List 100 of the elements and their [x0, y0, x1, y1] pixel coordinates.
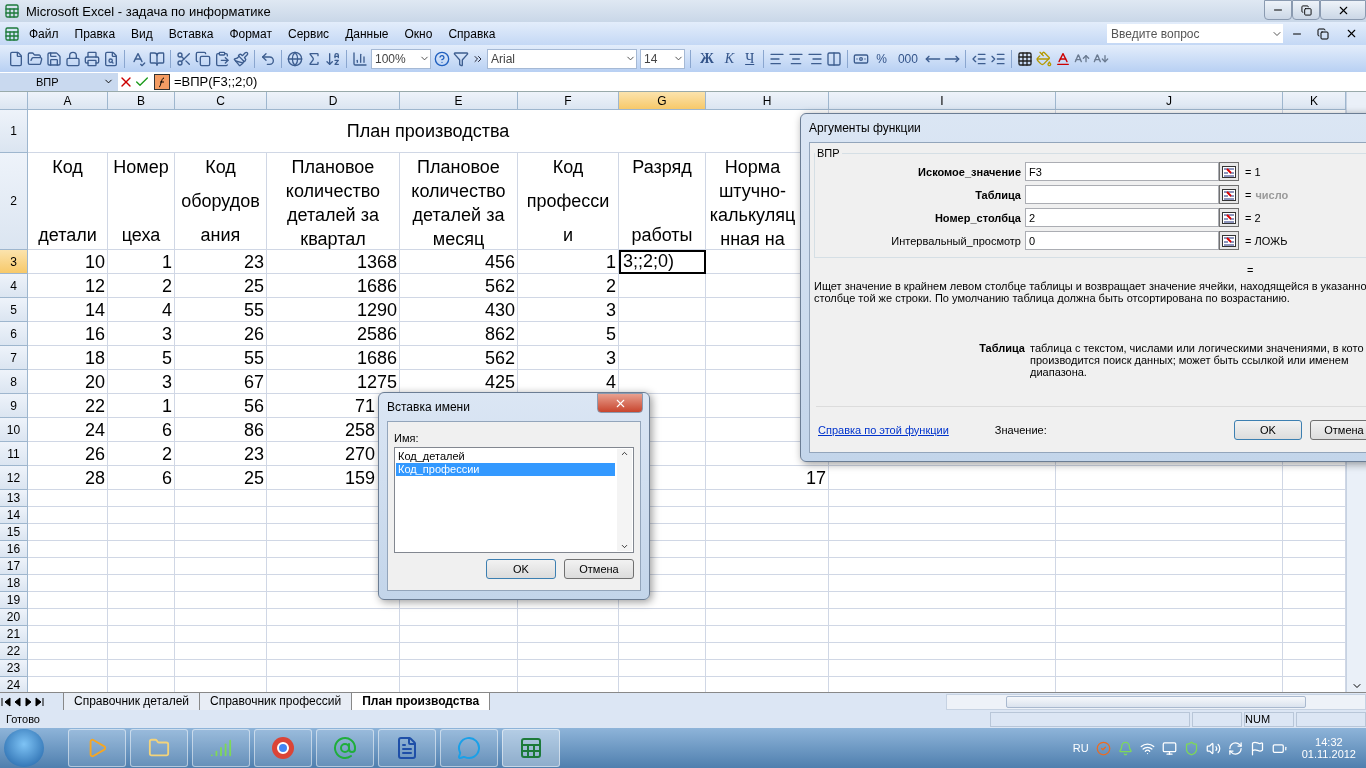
menu-item[interactable]: Формат: [222, 24, 280, 43]
column-header[interactable]: D: [267, 92, 400, 110]
sum-icon[interactable]: [306, 50, 322, 67]
monitor-icon[interactable]: [1161, 740, 1177, 756]
scroll-up-icon[interactable]: [620, 449, 629, 458]
horizontal-scrollbar[interactable]: [946, 693, 1366, 710]
print-preview-icon[interactable]: [103, 50, 119, 67]
italic-button[interactable]: К: [720, 50, 739, 67]
sort-icon[interactable]: [325, 50, 341, 67]
row-header[interactable]: 10: [0, 418, 28, 442]
menu-item[interactable]: Файл: [22, 24, 66, 43]
column-header[interactable]: K: [1283, 92, 1346, 110]
column-header[interactable]: E: [400, 92, 518, 110]
restore-button[interactable]: [1292, 0, 1320, 20]
ok-button[interactable]: OK: [486, 559, 556, 579]
merge-icon[interactable]: [826, 50, 843, 67]
row-header[interactable]: 24: [0, 677, 28, 692]
restore-icon[interactable]: [1317, 27, 1329, 40]
column-header[interactable]: I: [829, 92, 1056, 110]
formula-text[interactable]: =ВПР(F3;;2;0): [174, 74, 258, 89]
taskbar-button[interactable]: [378, 729, 436, 767]
function-icon[interactable]: [154, 73, 170, 90]
row-header[interactable]: 8: [0, 370, 28, 394]
paste-icon[interactable]: [214, 50, 230, 67]
argument-field[interactable]: 2: [1025, 208, 1219, 227]
row-header[interactable]: 4: [0, 274, 28, 298]
row-header[interactable]: 17: [0, 558, 28, 575]
flag-icon[interactable]: [1249, 740, 1265, 756]
thousands-button[interactable]: 000: [893, 51, 922, 66]
column-header[interactable]: J: [1056, 92, 1283, 110]
filter-icon[interactable]: [453, 50, 469, 67]
fill-color-icon[interactable]: [1035, 50, 1052, 67]
row-header[interactable]: 18: [0, 575, 28, 592]
column-header[interactable]: C: [175, 92, 267, 110]
excel-icon[interactable]: [4, 25, 20, 42]
row-header[interactable]: 5: [0, 298, 28, 322]
chart-icon[interactable]: [352, 50, 368, 67]
name-box[interactable]: ВПР: [0, 72, 118, 91]
refresh-icon[interactable]: [1227, 740, 1243, 756]
menu-item[interactable]: Вид: [124, 24, 160, 43]
row-header[interactable]: 19: [0, 592, 28, 609]
row-header[interactable]: 15: [0, 524, 28, 541]
new-file-icon[interactable]: [8, 50, 24, 67]
close-button[interactable]: [1320, 0, 1366, 20]
brush-icon[interactable]: [233, 50, 249, 67]
globe-icon[interactable]: [287, 50, 303, 67]
row-header[interactable]: 11: [0, 442, 28, 466]
row-header[interactable]: 16: [0, 541, 28, 558]
row-header[interactable]: 3: [0, 250, 28, 274]
percent-button[interactable]: %: [872, 51, 891, 66]
name-list[interactable]: Код_деталей Код_профессии: [394, 447, 634, 553]
argument-field[interactable]: [1025, 185, 1219, 204]
collapse-button[interactable]: [1219, 162, 1239, 181]
cancel-button[interactable]: Отмена: [564, 559, 634, 579]
row-header[interactable]: 2: [0, 153, 28, 250]
column-header[interactable]: F: [518, 92, 619, 110]
column-header[interactable]: A: [28, 92, 108, 110]
cut-icon[interactable]: [176, 50, 192, 67]
row-header[interactable]: 12: [0, 466, 28, 490]
argument-field[interactable]: 0: [1025, 231, 1219, 250]
help-icon[interactable]: [434, 50, 450, 67]
help-link[interactable]: Справка по этой функции: [818, 423, 949, 436]
spelling-icon[interactable]: [130, 50, 146, 67]
row-header[interactable]: 21: [0, 626, 28, 643]
printer-icon[interactable]: [84, 50, 100, 67]
cell-editor[interactable]: 3;;2;0): [619, 250, 706, 274]
book-icon[interactable]: [149, 50, 165, 67]
menu-item[interactable]: Правка: [67, 24, 123, 43]
row-header[interactable]: 7: [0, 346, 28, 370]
close-button[interactable]: [597, 393, 643, 413]
row-header[interactable]: 22: [0, 643, 28, 660]
row-header[interactable]: 6: [0, 322, 28, 346]
folder-icon[interactable]: [27, 50, 43, 67]
close-icon[interactable]: [1345, 27, 1358, 40]
column-header[interactable]: H: [706, 92, 829, 110]
underline-button[interactable]: Ч: [741, 50, 759, 67]
zoom-select[interactable]: 100%: [371, 48, 431, 69]
menu-item[interactable]: Справка: [441, 24, 503, 43]
bold-button[interactable]: Ж: [696, 50, 718, 67]
start-button[interactable]: [4, 729, 44, 767]
ok-button[interactable]: OK: [1234, 419, 1302, 440]
copy-icon[interactable]: [195, 50, 211, 67]
row-header[interactable]: 13: [0, 490, 28, 507]
row-header[interactable]: 20: [0, 609, 28, 626]
collapse-button[interactable]: [1219, 208, 1239, 227]
font-color-icon[interactable]: [1054, 50, 1071, 67]
scroll-down-icon[interactable]: [620, 542, 629, 551]
collapse-button[interactable]: [1219, 231, 1239, 250]
menu-item[interactable]: Сервис: [281, 24, 337, 43]
column-header[interactable]: B: [108, 92, 175, 110]
collapse-button[interactable]: [1219, 185, 1239, 204]
wifi-icon[interactable]: [1139, 740, 1155, 756]
undo-icon[interactable]: [260, 50, 276, 67]
row-header[interactable]: 23: [0, 660, 28, 677]
menu-item[interactable]: Данные: [338, 24, 396, 43]
argument-field[interactable]: F3: [1025, 162, 1219, 181]
sheet-tab[interactable]: План производства: [351, 692, 491, 711]
font-select[interactable]: Arial: [487, 48, 637, 69]
menu-item[interactable]: Вставка: [161, 24, 221, 43]
help-search-field[interactable]: Введите вопрос: [1107, 24, 1283, 43]
